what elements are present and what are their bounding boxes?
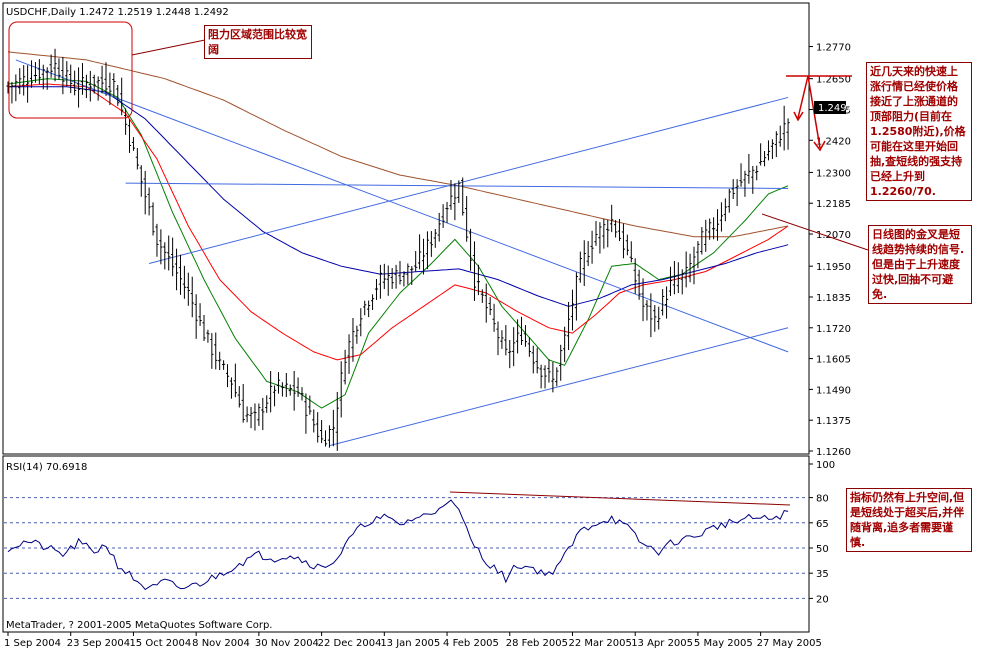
time-tick-label: 22 Mar 2005 [568, 638, 631, 649]
top-right-annotation: 近几天来的快速上涨行情已经使价格接近了上涨通道的顶部阻力(目前在1.2580附近… [866, 62, 972, 201]
price-tick-label: 1.1375 [816, 416, 851, 427]
rsi-tick-label: 50 [816, 544, 829, 555]
rsi-axis: 100 80 65 50 35 20 [809, 460, 835, 605]
rsi-tick-label: 80 [816, 494, 829, 505]
price-tick-label: 1.1605 [816, 355, 851, 366]
price-panel [2, 2, 810, 455]
resistance-annotation: 阻力区域范围比较宽阔 [204, 25, 312, 59]
price-tick-label: 1.2300 [816, 168, 851, 179]
time-tick-label: 5 May 2005 [694, 638, 753, 649]
price-tick-label: 1.2770 [816, 43, 851, 54]
price-tick-label: 1.1490 [816, 385, 851, 396]
price-tick-label: 1.2185 [816, 199, 851, 210]
copyright-text: MetaTrader, ? 2001-2005 MetaQuotes Softw… [6, 620, 272, 631]
rsi-title: RSI(14) 70.6918 [6, 462, 87, 473]
price-tick-label: 1.2070 [816, 230, 851, 241]
current-price-label: 1.2492 [818, 103, 853, 114]
time-tick-label: 15 Oct 2004 [129, 638, 191, 649]
time-tick-label: 23 Sep 2004 [67, 638, 130, 649]
time-tick-label: 4 Feb 2005 [443, 638, 499, 649]
price-tick-label: 1.1950 [816, 262, 851, 273]
rsi-annotation: 指标仍然有上升空间,但是短线处于超买后,并伴随背离,追多者需要谨慎. [846, 488, 972, 552]
time-tick-label: 13 Jan 2005 [380, 638, 440, 649]
chart-svg: 1.27701.26501.25351.24201.23001.21851.20… [2, 2, 869, 649]
price-tick-label: 1.1260 [816, 447, 851, 458]
time-tick-label: 28 Feb 2005 [506, 638, 568, 649]
price-tick-label: 1.1720 [816, 324, 851, 335]
time-axis: 1 Sep 2004 23 Sep 2004 15 Oct 2004 8 Nov 20… [4, 632, 822, 649]
rsi-panel [2, 455, 810, 633]
time-tick-label: 22 Dec 2004 [318, 638, 382, 649]
chart-window: 1.27701.26501.25351.24201.23001.21851.20… [0, 0, 988, 650]
price-tick-label: 1.1835 [816, 293, 851, 304]
price-chart-title: USDCHF,Daily 1.2472 1.2519 1.2448 1.2492 [6, 7, 229, 18]
rsi-tick-label: 20 [816, 594, 829, 605]
price-tick-label: 1.2420 [816, 136, 851, 147]
time-tick-label: 27 May 2005 [757, 638, 822, 649]
rsi-tick-label: 35 [816, 569, 829, 580]
rsi-tick-label: 100 [816, 460, 835, 471]
time-tick-label: 13 Apr 2005 [631, 638, 693, 649]
time-tick-label: 8 Nov 2004 [192, 638, 250, 649]
golden-cross-annotation: 日线图的金叉是短线趋势持续的信号.但是由于上升速度过快,回抽不可避免. [868, 225, 972, 304]
time-tick-label: 30 Nov 2004 [255, 638, 319, 649]
time-tick-label: 1 Sep 2004 [4, 638, 61, 649]
rsi-tick-label: 65 [816, 519, 829, 530]
